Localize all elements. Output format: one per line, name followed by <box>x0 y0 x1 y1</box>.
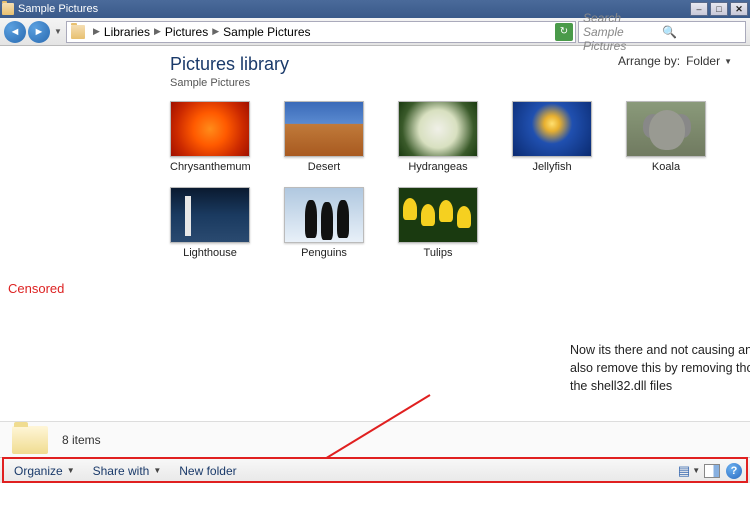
arrange-value: Folder <box>686 54 720 68</box>
breadcrumb-item[interactable]: Libraries <box>104 25 150 39</box>
thumbnail-item[interactable]: Hydrangeas <box>398 101 478 173</box>
chevron-right-icon[interactable]: ▶ <box>208 26 223 37</box>
status-bar: 8 items <box>0 421 750 457</box>
thumbnail-item[interactable]: Tulips <box>398 187 478 259</box>
back-button[interactable]: ◄ <box>4 21 26 43</box>
breadcrumb[interactable]: ▶ Libraries ▶ Pictures ▶ Sample Pictures… <box>66 21 576 43</box>
library-title: Pictures library <box>170 54 289 75</box>
main-pane: Pictures library Sample Pictures Arrange… <box>170 46 750 421</box>
thumbnail-image <box>398 101 478 157</box>
thumbnail-label: Hydrangeas <box>398 161 478 173</box>
thumbnail-item[interactable]: Koala <box>626 101 706 173</box>
search-input[interactable]: Search Sample Pictures 🔍 <box>578 21 746 43</box>
navbar: ◄ ► ▼ ▶ Libraries ▶ Pictures ▶ Sample Pi… <box>0 18 750 46</box>
chevron-down-icon: ▼ <box>153 466 161 475</box>
thumbnail-item[interactable]: Penguins <box>284 187 364 259</box>
censored-label: Censored <box>8 281 64 296</box>
chevron-right-icon[interactable]: ▶ <box>150 26 165 37</box>
thumbnail-image <box>626 101 706 157</box>
preview-pane-button[interactable] <box>704 464 720 478</box>
organize-button[interactable]: Organize▼ <box>8 462 81 480</box>
share-with-button[interactable]: Share with▼ <box>87 462 168 480</box>
folder-icon <box>12 426 48 454</box>
thumbnail-item[interactable]: Jellyfish <box>512 101 592 173</box>
folder-icon <box>2 3 14 15</box>
thumbnail-label: Penguins <box>284 247 364 259</box>
views-button[interactable]: ▤▼ <box>680 463 698 479</box>
breadcrumb-item[interactable]: Sample Pictures <box>223 25 310 39</box>
help-button[interactable]: ? <box>726 463 742 479</box>
arrange-label: Arrange by: <box>618 54 680 68</box>
thumbnail-label: Koala <box>626 161 706 173</box>
search-icon[interactable]: 🔍 <box>662 25 741 39</box>
annotation-text: Now its there and not causing any drama,… <box>570 341 750 395</box>
thumbnail-image <box>512 101 592 157</box>
thumbnail-grid: Chrysanthemum Desert Hydrangeas Jellyfish Ko… <box>170 101 732 259</box>
thumbnail-item[interactable]: Desert <box>284 101 364 173</box>
navigation-pane: Censored <box>0 46 170 421</box>
history-dropdown[interactable]: ▼ <box>52 21 64 43</box>
item-count: 8 items <box>62 433 101 447</box>
thumbnail-image <box>170 187 250 243</box>
thumbnail-image <box>398 187 478 243</box>
thumbnail-label: Lighthouse <box>170 247 250 259</box>
folder-band-toolbar: Organize▼ Share with▼ New folder ▤▼ ? <box>0 457 750 483</box>
new-folder-button[interactable]: New folder <box>173 462 242 480</box>
thumbnail-item[interactable]: Lighthouse <box>170 187 250 259</box>
chevron-right-icon[interactable]: ▶ <box>89 26 104 37</box>
minimize-button[interactable]: – <box>690 2 708 16</box>
maximize-button[interactable]: □ <box>710 2 728 16</box>
breadcrumb-item[interactable]: Pictures <box>165 25 208 39</box>
chevron-down-icon: ▼ <box>724 57 732 66</box>
folder-icon <box>71 25 85 39</box>
thumbnail-label: Desert <box>284 161 364 173</box>
close-button[interactable]: ✕ <box>730 2 748 16</box>
thumbnail-label: Jellyfish <box>512 161 592 173</box>
chevron-down-icon: ▼ <box>67 466 75 475</box>
thumbnail-label: Tulips <box>398 247 478 259</box>
thumbnail-image <box>170 101 250 157</box>
thumbnail-image <box>284 187 364 243</box>
arrange-by[interactable]: Arrange by: Folder ▼ <box>618 54 732 68</box>
thumbnail-item[interactable]: Chrysanthemum <box>170 101 250 173</box>
forward-button[interactable]: ► <box>28 21 50 43</box>
refresh-button[interactable]: ↻ <box>555 23 573 41</box>
thumbnail-image <box>284 101 364 157</box>
thumbnail-label: Chrysanthemum <box>170 161 250 173</box>
library-subtitle: Sample Pictures <box>170 77 289 89</box>
